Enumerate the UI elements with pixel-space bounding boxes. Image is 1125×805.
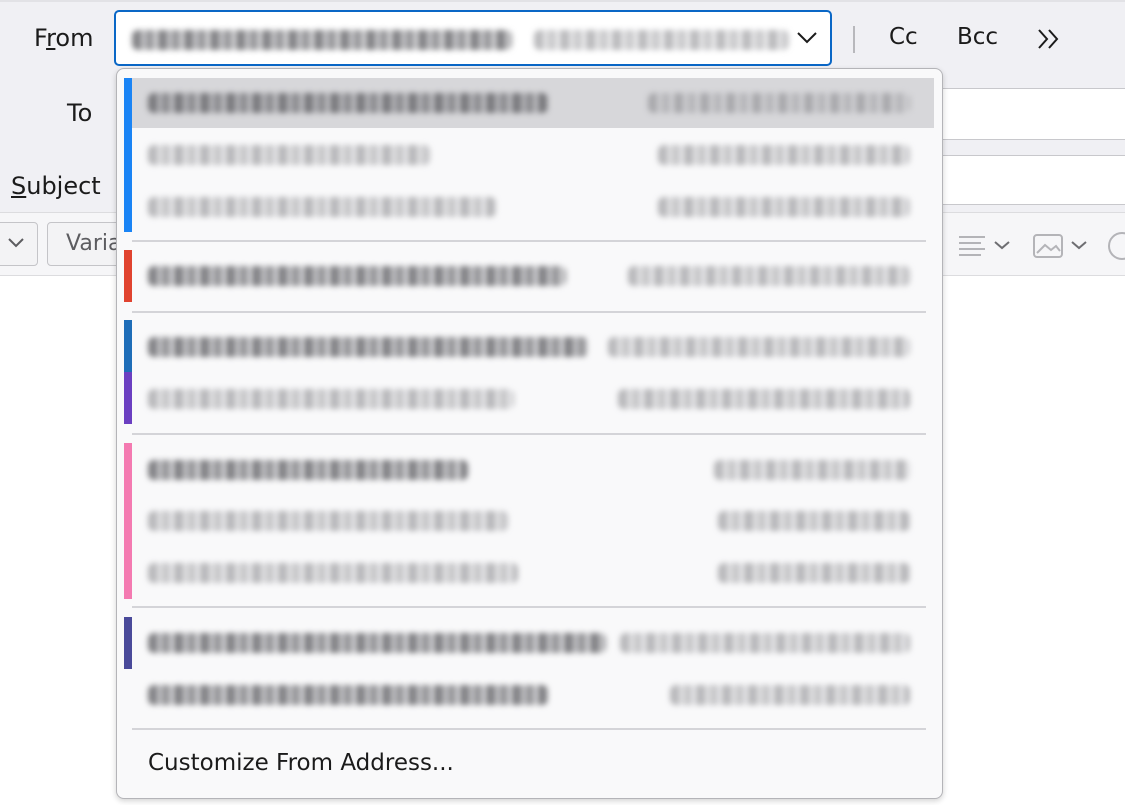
from-address-select[interactable] [114,10,832,66]
menu-separator [132,311,926,313]
from-identity-item[interactable] [132,78,934,128]
paragraph-format-select[interactable] [0,222,38,266]
subject-input[interactable] [940,155,1125,205]
emoji-icon[interactable] [1104,230,1125,262]
double-chevron-right-icon[interactable] [1036,28,1062,50]
identity-color-bar [124,78,132,232]
from-identity-item[interactable] [132,618,934,668]
from-identity-item[interactable] [132,670,934,720]
chevron-down-icon[interactable] [796,30,818,46]
identity-color-bar [124,617,132,669]
menu-separator [132,240,926,242]
to-label: To [67,99,93,127]
chevron-down-icon [7,237,25,249]
cc-button[interactable]: Cc [889,24,918,50]
identity-color-bar [124,320,132,372]
header-separator [853,26,855,53]
from-email-redacted [534,30,789,50]
from-address-redacted [132,30,512,50]
font-family-value: Varia [66,231,122,256]
subject-label: Subject [11,172,101,200]
menu-separator [132,433,926,435]
from-identity-item[interactable] [132,251,934,301]
align-icon[interactable] [957,232,1013,260]
identity-color-bar [124,250,132,302]
menu-separator [132,606,926,608]
from-identity-item[interactable] [132,322,934,372]
from-identity-item[interactable] [132,374,934,424]
to-input[interactable] [940,88,1125,140]
from-identity-item[interactable] [132,548,934,598]
from-identity-item[interactable] [132,130,934,180]
from-identity-item[interactable] [132,496,934,546]
identity-color-bar [124,372,132,424]
bcc-button[interactable]: Bcc [957,24,998,50]
from-identity-item[interactable] [132,182,934,232]
insert-image-icon[interactable] [1032,232,1092,260]
from-label: From [34,24,94,52]
compose-window: From Cc Bcc To Subject Varia Customize F… [0,0,1125,805]
header-top-border [0,0,1125,2]
identity-color-bar [124,443,132,599]
customize-from-address-item[interactable]: Customize From Address... [148,750,454,776]
from-identity-item[interactable] [132,445,934,495]
menu-separator [132,728,926,730]
